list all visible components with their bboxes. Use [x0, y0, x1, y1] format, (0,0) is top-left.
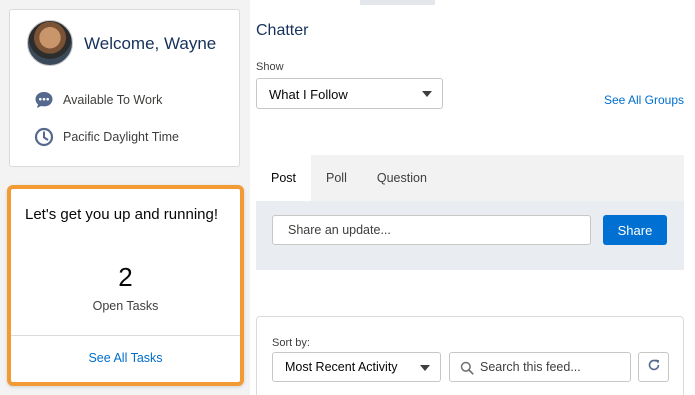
avatar [27, 20, 73, 66]
tab-question[interactable]: Question [362, 155, 442, 201]
timezone-label: Pacific Daylight Time [63, 130, 180, 144]
chat-bubble-icon [34, 90, 54, 110]
tasks-heading: Let's get you up and running! [25, 206, 219, 223]
page-title: Chatter [256, 22, 309, 39]
left-column: Welcome, Wayne Available To Work Pacific [0, 0, 250, 395]
tab-post[interactable]: Post [256, 155, 312, 201]
availability-status[interactable]: Available To Work [34, 90, 162, 110]
welcome-card: Welcome, Wayne Available To Work Pacific [9, 9, 240, 167]
publisher-body: Share an update... Share [256, 201, 684, 270]
publisher-tabs: Post Poll Question [256, 155, 684, 201]
top-strip [360, 0, 435, 5]
chatter-panel: Chatter Show What I Follow See All Group… [250, 0, 695, 395]
sort-select[interactable]: Most Recent Activity [272, 352, 441, 382]
share-update-input[interactable]: Share an update... [272, 215, 591, 245]
open-tasks-label: Open Tasks [92, 299, 159, 313]
timezone-info: Pacific Daylight Time [34, 127, 179, 147]
welcome-title: Welcome, Wayne [84, 34, 217, 53]
refresh-icon [647, 358, 661, 377]
show-filter-value: What I Follow [269, 87, 348, 102]
feed-controls: Sort by: Most Recent Activity Search thi… [256, 316, 684, 395]
see-all-tasks-link[interactable]: See All Tasks [11, 351, 240, 365]
sort-label: Sort by: [272, 337, 310, 349]
divider [11, 335, 240, 336]
search-placeholder: Search this feed... [480, 360, 581, 374]
search-feed-input[interactable]: Search this feed... [449, 352, 631, 382]
show-filter-select[interactable]: What I Follow [256, 78, 443, 109]
sort-value: Most Recent Activity [285, 360, 398, 374]
tab-poll[interactable]: Poll [311, 155, 362, 201]
clock-icon [34, 127, 54, 147]
see-all-groups-link[interactable]: See All Groups [604, 93, 684, 107]
publisher: Post Poll Question Share an update... Sh… [256, 155, 684, 270]
availability-label: Available To Work [63, 93, 163, 107]
tasks-card: Let's get you up and running! 2 Open Tas… [7, 185, 244, 386]
chevron-down-icon [422, 91, 432, 97]
share-button[interactable]: Share [603, 215, 667, 245]
open-tasks-count: 2 [118, 262, 133, 292]
show-label: Show [256, 61, 284, 73]
refresh-button[interactable] [638, 352, 669, 382]
search-icon [460, 361, 474, 375]
chevron-down-icon [420, 365, 430, 371]
